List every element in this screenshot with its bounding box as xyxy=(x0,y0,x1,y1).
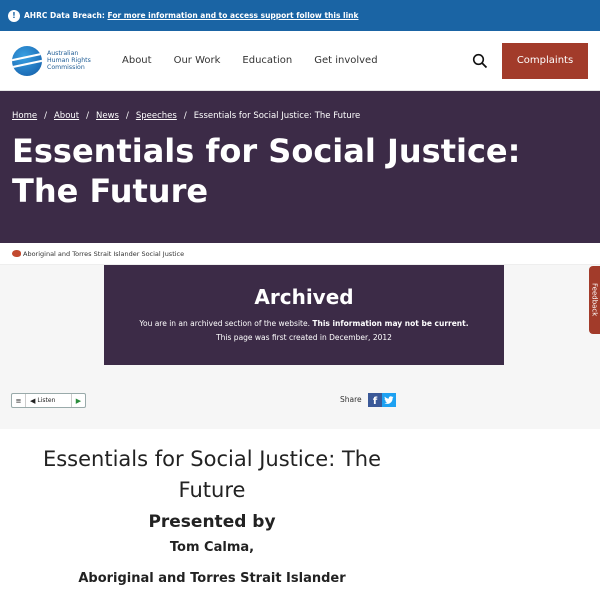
archived-title: Archived xyxy=(254,285,354,309)
speaker-role: Aboriginal and Torres Strait Islander xyxy=(78,571,346,586)
site-header: Australian Human Rights Commission About… xyxy=(0,31,600,91)
facebook-icon[interactable]: f xyxy=(368,393,382,407)
logo-line: Australian xyxy=(47,49,79,57)
archived-message-normal: You are in an archived section of the we… xyxy=(139,319,313,328)
breadcrumb-about[interactable]: About xyxy=(54,111,79,121)
main-nav: About Our Work Education Get involved xyxy=(122,55,400,66)
nav-education[interactable]: Education xyxy=(242,55,292,66)
search-icon[interactable] xyxy=(472,53,488,69)
archived-notice: Archived You are in an archived section … xyxy=(104,265,504,365)
listen-widget[interactable]: ≡ ◀ Listen ▶ xyxy=(11,393,86,408)
breadcrumb-separator: / xyxy=(44,111,47,121)
share-label: Share xyxy=(340,395,362,404)
feedback-tab[interactable]: Feedback xyxy=(589,266,600,334)
australia-map-icon xyxy=(12,250,21,257)
nav-our-work[interactable]: Our Work xyxy=(174,55,221,66)
presented-by: Presented by xyxy=(148,512,276,532)
breadcrumb: Home / About / News / Speeches / Essenti… xyxy=(12,111,588,121)
play-icon[interactable]: ▶ xyxy=(71,394,85,407)
breadcrumb-separator: / xyxy=(86,111,89,121)
alert-link[interactable]: For more information and to access suppo… xyxy=(108,11,359,20)
article-body: Essentials for Social Justice: The Futur… xyxy=(30,444,394,586)
logo-text: Australian Human Rights Commission xyxy=(47,50,91,72)
breadcrumb-current: Essentials for Social Justice: The Futur… xyxy=(193,111,361,121)
breadcrumb-news[interactable]: News xyxy=(96,111,119,121)
breadcrumb-home[interactable]: Home xyxy=(12,111,37,121)
alert-bar: ! AHRC Data Breach: For more information… xyxy=(0,0,600,31)
breadcrumb-separator: / xyxy=(183,111,187,121)
globe-logo-icon xyxy=(12,45,42,76)
archive-section: Archived You are in an archived section … xyxy=(0,265,600,429)
logo-line: Commission xyxy=(47,64,85,72)
hero-banner: Home / About / News / Speeches / Essenti… xyxy=(0,91,600,243)
archived-date: This page was first created in December,… xyxy=(216,333,392,342)
complaints-button[interactable]: Complaints xyxy=(502,42,588,79)
speaker-icon: ◀ xyxy=(30,396,36,405)
nav-get-involved[interactable]: Get involved xyxy=(314,55,377,66)
breadcrumb-separator: / xyxy=(125,111,129,121)
twitter-icon[interactable] xyxy=(382,393,396,407)
breadcrumb-speeches[interactable]: Speeches xyxy=(136,111,177,121)
topic-tag-label: Aboriginal and Torres Strait Islander So… xyxy=(23,249,185,258)
article-title: Essentials for Social Justice: The Futur… xyxy=(42,447,382,502)
menu-icon[interactable]: ≡ xyxy=(12,394,26,407)
speaker-name: Tom Calma, xyxy=(169,540,255,555)
nav-about[interactable]: About xyxy=(122,55,152,66)
archived-message: You are in an archived section of the we… xyxy=(104,319,504,328)
archived-message-bold: This information may not be current. xyxy=(312,319,469,328)
page-title: Essentials for Social Justice: The Futur… xyxy=(12,132,521,210)
info-icon: ! xyxy=(8,9,20,22)
listen-label: Listen xyxy=(37,397,56,404)
topic-tag[interactable]: Aboriginal and Torres Strait Islander So… xyxy=(0,243,600,265)
alert-prefix: AHRC Data Breach: xyxy=(24,11,105,20)
logo-line: Human Rights xyxy=(47,56,91,64)
site-logo[interactable]: Australian Human Rights Commission xyxy=(12,45,120,76)
